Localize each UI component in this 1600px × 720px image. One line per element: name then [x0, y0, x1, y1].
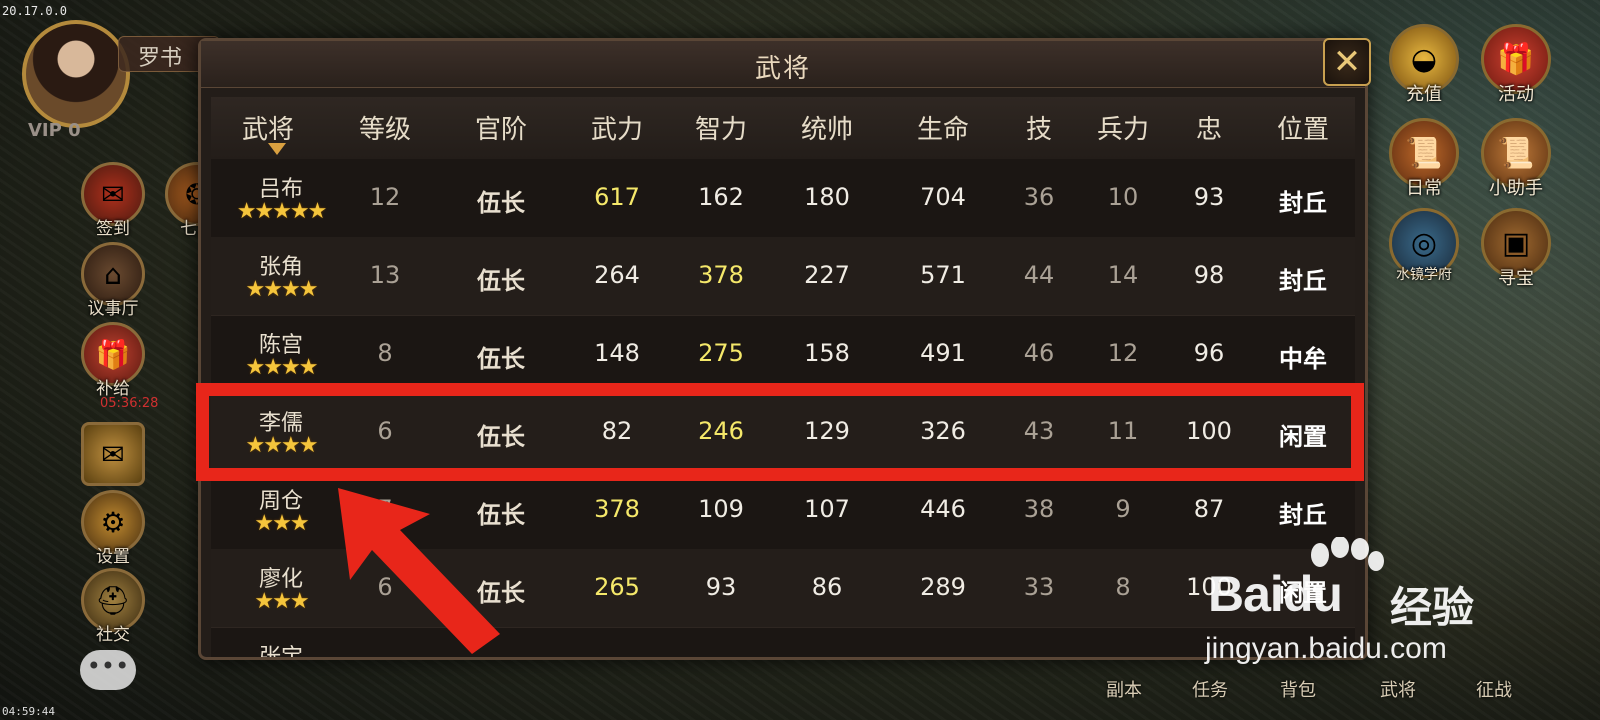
baidu-logo-du: du [1282, 566, 1343, 622]
watermark-url: jingyan.baidu.com [1205, 632, 1447, 665]
baidu-logo-bai: Bai [1208, 566, 1284, 622]
baidu-logo: Baidu [1208, 565, 1343, 623]
red-arrow-icon [338, 488, 500, 654]
watermark-jingyan: 经验 [1390, 583, 1475, 632]
